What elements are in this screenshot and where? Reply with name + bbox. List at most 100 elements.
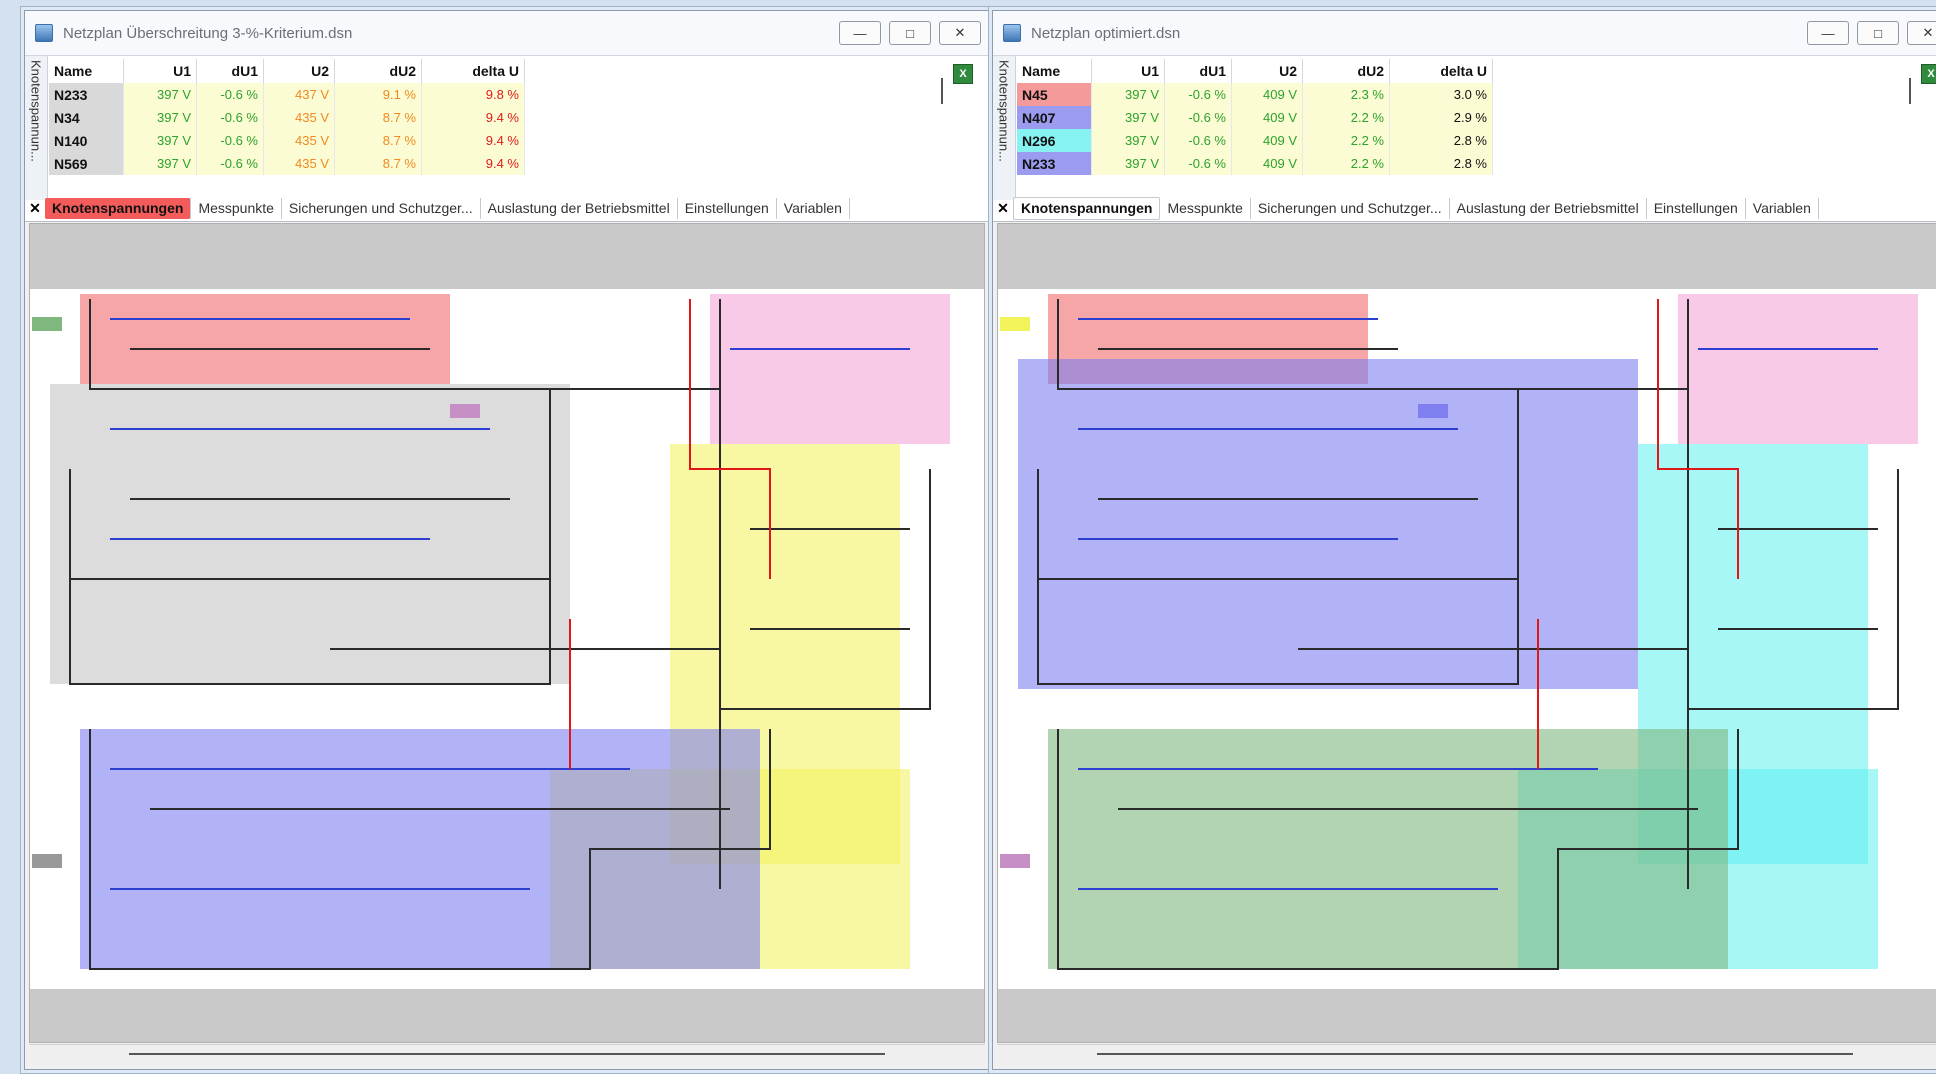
transformer-icon[interactable] [450, 404, 480, 418]
table-row[interactable]: N233 397 V -0.6 % 437 V 9.1 % 9.8 % [49, 83, 525, 106]
cell-delta-u: 9.8 % [421, 83, 525, 106]
network-diagram-canvas[interactable] [29, 223, 985, 1043]
transformer-icon[interactable] [1418, 404, 1448, 418]
results-panel: Knotenspannun... Name U1 dU1 U2 dU2 delt… [25, 56, 989, 222]
transformer-icon[interactable] [1000, 854, 1030, 868]
vertical-tab-knotenspannungen[interactable]: Knotenspannun... [993, 56, 1016, 200]
region-pink [710, 294, 950, 444]
tab-sicherungen[interactable]: Sicherungen und Schutzger... [282, 197, 481, 219]
cell-delta-u: 2.9 % [1389, 106, 1493, 129]
cell-u1: 397 V [1091, 106, 1165, 129]
tab-knotenspannungen[interactable]: Knotenspannungen [1013, 196, 1161, 220]
table-row[interactable]: N140 397 V -0.6 % 435 V 8.7 % 9.4 % [49, 129, 525, 152]
network-svg [32, 294, 950, 970]
cell-delta-u: 2.8 % [1389, 152, 1493, 175]
col-du1[interactable]: dU1 [196, 59, 264, 83]
cell-du1: -0.6 % [1164, 83, 1232, 106]
close-panel-icon[interactable]: ✕ [25, 200, 45, 217]
cell-name: N34 [49, 106, 124, 129]
transformer-icon[interactable] [32, 854, 62, 868]
maximize-button[interactable]: □ [1857, 21, 1899, 45]
cell-u1: 397 V [123, 106, 197, 129]
cell-du1: -0.6 % [1164, 106, 1232, 129]
vertical-scrollbar[interactable] [1909, 78, 1911, 104]
vertical-tab-knotenspannungen[interactable]: Knotenspannun... [25, 56, 48, 200]
horizontal-scrollbar[interactable] [29, 1044, 985, 1061]
tab-variablen[interactable]: Variablen [1746, 197, 1819, 219]
tab-messpunkte[interactable]: Messpunkte [1160, 197, 1251, 219]
cell-du2: 9.1 % [334, 83, 422, 106]
horizontal-scrollbar[interactable] [997, 1044, 1936, 1061]
transformer-icon[interactable] [1000, 317, 1030, 331]
cell-du2: 8.7 % [334, 129, 422, 152]
col-u1[interactable]: U1 [123, 59, 197, 83]
titlebar[interactable]: Netzplan optimiert.dsn — □ ✕ [993, 11, 1936, 56]
cell-du2: 2.2 % [1302, 129, 1390, 152]
cell-name: N45 [1017, 83, 1092, 106]
table-row[interactable]: N45 397 V -0.6 % 409 V 2.3 % 3.0 % [1017, 83, 1493, 106]
close-button[interactable]: ✕ [939, 21, 981, 45]
col-u2[interactable]: U2 [263, 59, 335, 83]
table-row[interactable]: N233 397 V -0.6 % 409 V 2.2 % 2.8 % [1017, 152, 1493, 175]
vertical-scrollbar[interactable] [941, 78, 943, 104]
cell-u1: 397 V [1091, 129, 1165, 152]
app-icon [1003, 24, 1021, 42]
col-delta-u[interactable]: delta U [421, 59, 525, 83]
table-row[interactable]: N34 397 V -0.6 % 435 V 8.7 % 9.4 % [49, 106, 525, 129]
tab-auslastung[interactable]: Auslastung der Betriebsmittel [481, 197, 678, 219]
cell-u2: 435 V [263, 129, 335, 152]
excel-export-icon[interactable]: X [1921, 64, 1936, 84]
cell-du2: 2.2 % [1302, 152, 1390, 175]
cell-u2: 409 V [1231, 83, 1303, 106]
cell-delta-u: 9.4 % [421, 152, 525, 175]
tab-einstellungen[interactable]: Einstellungen [678, 197, 777, 219]
table-row[interactable]: N569 397 V -0.6 % 435 V 8.7 % 9.4 % [49, 152, 525, 175]
cell-u1: 397 V [123, 83, 197, 106]
col-du1[interactable]: dU1 [1164, 59, 1232, 83]
maximize-button[interactable]: □ [889, 21, 931, 45]
cell-u1: 397 V [1091, 83, 1165, 106]
cell-du1: -0.6 % [196, 129, 264, 152]
cell-u2: 409 V [1231, 106, 1303, 129]
region-red [80, 294, 450, 384]
cell-du2: 2.3 % [1302, 83, 1390, 106]
network-diagram[interactable] [998, 289, 1936, 989]
results-panel: Knotenspannun... Name U1 dU1 U2 dU2 delt… [993, 56, 1936, 222]
table-row[interactable]: N407 397 V -0.6 % 409 V 2.2 % 2.9 % [1017, 106, 1493, 129]
window-title: Netzplan Überschreitung 3-%-Kriterium.ds… [63, 24, 353, 42]
minimize-button[interactable]: — [1807, 21, 1849, 45]
col-u1[interactable]: U1 [1091, 59, 1165, 83]
network-diagram-canvas[interactable] [997, 223, 1936, 1043]
tab-sicherungen[interactable]: Sicherungen und Schutzger... [1251, 197, 1450, 219]
tab-variablen[interactable]: Variablen [777, 197, 850, 219]
cell-name: N140 [49, 129, 124, 152]
titlebar[interactable]: Netzplan Überschreitung 3-%-Kriterium.ds… [25, 11, 989, 56]
table-row[interactable]: N296 397 V -0.6 % 409 V 2.2 % 2.8 % [1017, 129, 1493, 152]
tab-auslastung[interactable]: Auslastung der Betriebsmittel [1450, 197, 1647, 219]
excel-export-icon[interactable]: X [953, 64, 973, 84]
cell-du1: -0.6 % [1164, 129, 1232, 152]
cell-du1: -0.6 % [196, 106, 264, 129]
close-panel-icon[interactable]: ✕ [993, 200, 1013, 217]
cell-u1: 397 V [1091, 152, 1165, 175]
col-delta-u[interactable]: delta U [1389, 59, 1493, 83]
network-diagram[interactable] [30, 289, 984, 989]
cell-name: N569 [49, 152, 124, 175]
tab-einstellungen[interactable]: Einstellungen [1647, 197, 1746, 219]
window-netzplan-ueberschreitung: Netzplan Überschreitung 3-%-Kriterium.ds… [24, 10, 990, 1070]
tab-knotenspannungen[interactable]: Knotenspannungen [45, 197, 192, 219]
col-u2[interactable]: U2 [1231, 59, 1303, 83]
cell-du1: -0.6 % [196, 152, 264, 175]
col-name[interactable]: Name [1017, 59, 1092, 83]
transformer-icon[interactable] [32, 317, 62, 331]
minimize-button[interactable]: — [839, 21, 881, 45]
window-netzplan-optimiert: Netzplan optimiert.dsn — □ ✕ Knotenspann… [992, 10, 1936, 1070]
cell-u1: 397 V [123, 152, 197, 175]
col-du2[interactable]: dU2 [1302, 59, 1390, 83]
close-button[interactable]: ✕ [1907, 21, 1936, 45]
col-du2[interactable]: dU2 [334, 59, 422, 83]
cell-name: N233 [1017, 152, 1092, 175]
col-name[interactable]: Name [49, 59, 124, 83]
cell-du2: 8.7 % [334, 106, 422, 129]
tab-messpunkte[interactable]: Messpunkte [191, 197, 282, 219]
